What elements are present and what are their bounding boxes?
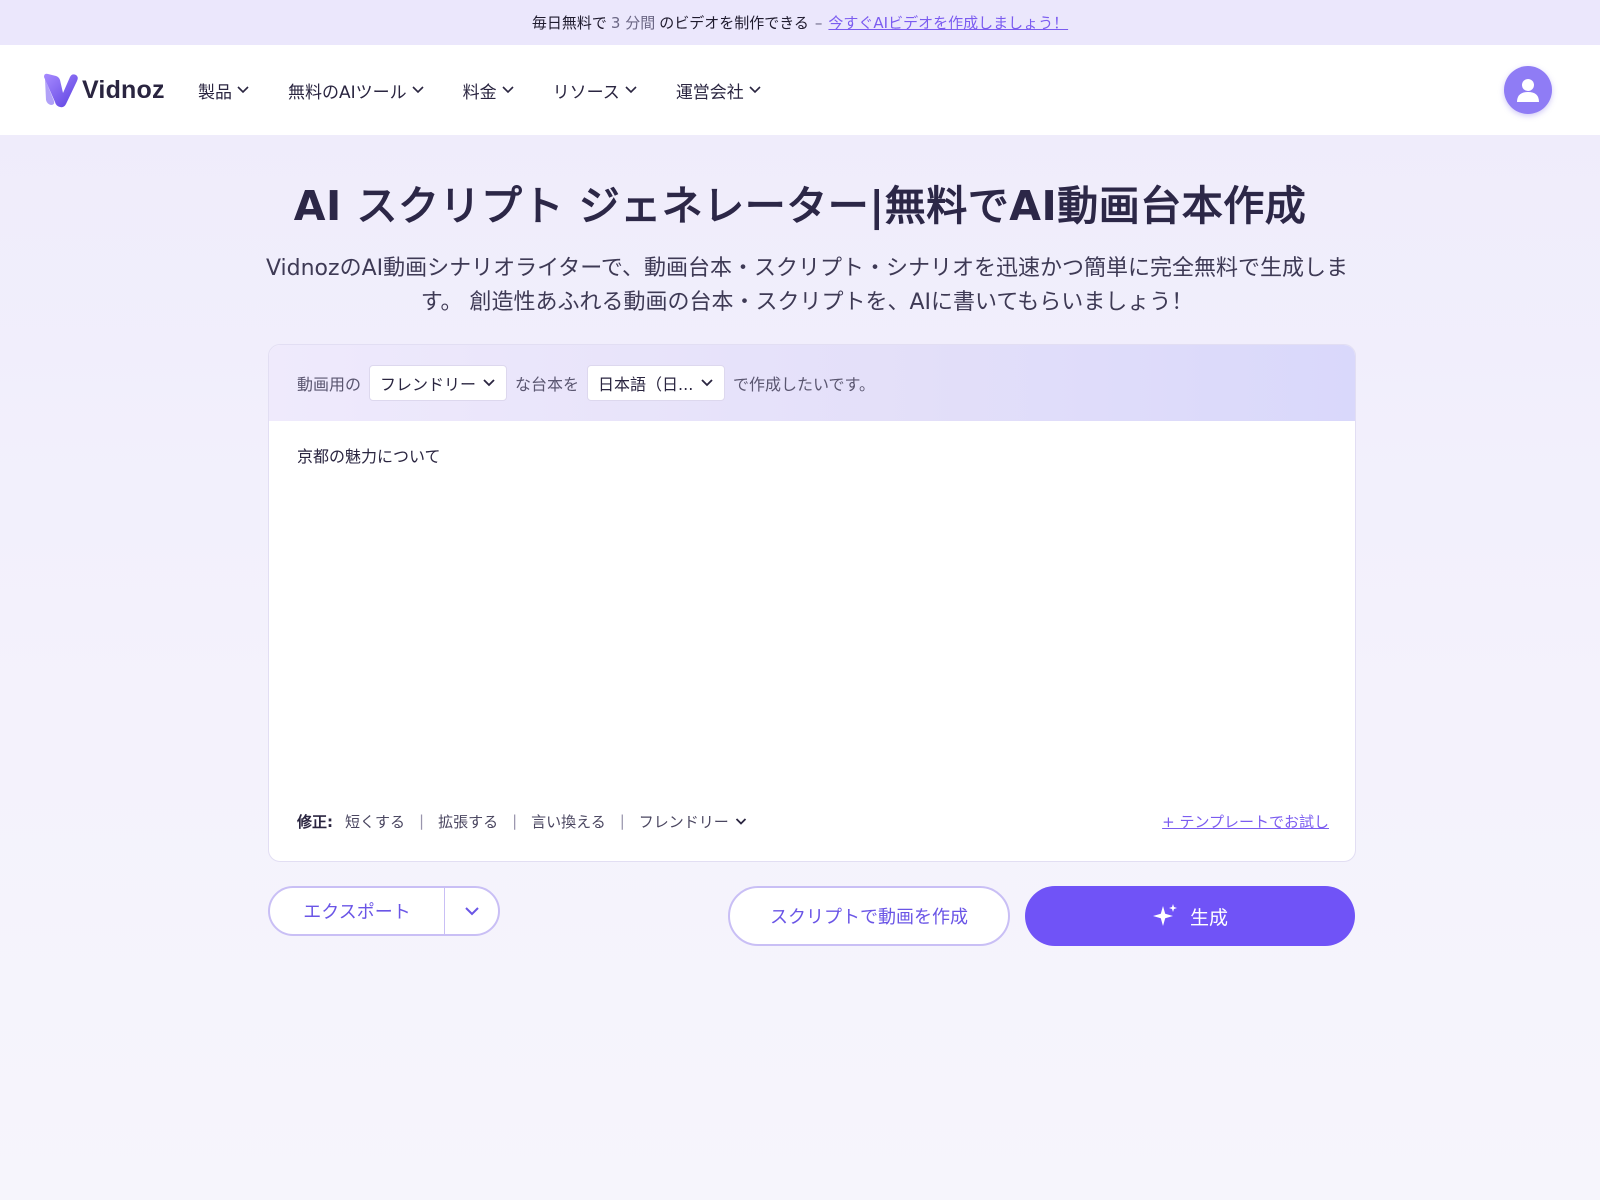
modify-tone-label: フレンドリー — [638, 812, 729, 831]
language-select[interactable]: 日本語（日... — [587, 365, 726, 401]
nav-label: 無料のAIツール — [288, 82, 407, 103]
rephrase-button[interactable]: 言い換える — [531, 811, 606, 832]
nav-label: 運営会社 — [675, 82, 744, 103]
sparkle-icon — [1152, 904, 1177, 926]
nav-pricing[interactable]: 料金 — [463, 78, 515, 103]
script-options-bar: 動画用の フレンドリー な台本を 日本語（日... で作成したいです。 — [269, 345, 1355, 421]
site-header: Vidnoz 製品 無料のAIツール 料金 リソース 運営会社 — [0, 45, 1600, 135]
chevron-down-icon — [502, 86, 514, 94]
chevron-down-icon — [483, 379, 495, 387]
banner-suffix: のビデオを制作できる — [659, 14, 809, 32]
divider: | — [619, 812, 625, 830]
promo-banner: 毎日無料で 3 分間 のビデオを制作できる – 今すぐAIビデオを作成しましょう… — [0, 0, 1600, 45]
nav-label: 料金 — [462, 82, 497, 103]
chevron-down-icon — [625, 86, 637, 94]
page-subtitle: VidnozのAI動画シナリオライターで、動画台本・スクリプト・シナリオを迅速か… — [265, 256, 1349, 315]
chevron-down-icon — [735, 817, 746, 825]
tone-select[interactable]: フレンドリー — [369, 365, 508, 401]
banner-minutes: 3 分間 — [610, 14, 656, 32]
options-prefix: 動画用の — [297, 375, 362, 394]
chevron-down-icon — [464, 907, 479, 916]
export-dropdown-toggle[interactable] — [445, 888, 498, 934]
options-suffix: で作成したいです。 — [733, 375, 875, 394]
vidnoz-logo-icon — [44, 73, 78, 108]
nav-label: 製品 — [198, 82, 232, 103]
banner-cta-link[interactable]: 今すぐAIビデオを作成しましょう！ — [828, 12, 1068, 33]
try-template-link[interactable]: + テンプレートでお試し — [1162, 811, 1329, 832]
generate-label: 生成 — [1189, 906, 1228, 929]
shorten-button[interactable]: 短くする — [345, 811, 405, 832]
tone-select-value: フレンドリー — [380, 375, 477, 394]
nav-products[interactable]: 製品 — [198, 78, 250, 103]
nav-company[interactable]: 運営会社 — [676, 78, 762, 103]
nav-free-ai-tools[interactable]: 無料のAIツール — [288, 78, 425, 103]
modify-toolbar: 修正: 短くする | 拡張する | 言い換える | フレンドリー + テンプレー… — [297, 807, 1329, 835]
chevron-down-icon — [749, 86, 761, 94]
language-select-value: 日本語（日... — [598, 375, 694, 394]
script-editor-card: 動画用の フレンドリー な台本を 日本語（日... で作成したいです。 修正: … — [268, 344, 1356, 862]
generate-button[interactable]: 生成 — [1025, 886, 1355, 946]
chevron-down-icon — [412, 86, 424, 94]
options-middle: な台本を — [515, 375, 580, 394]
modify-tone-dropdown[interactable]: フレンドリー — [639, 811, 747, 832]
banner-dash: – — [814, 13, 823, 32]
vidnoz-logo[interactable]: Vidnoz — [42, 69, 165, 111]
expand-button[interactable]: 拡張する — [438, 811, 498, 832]
export-split-button: エクスポート — [268, 886, 500, 936]
banner-prefix: 毎日無料で — [531, 14, 607, 32]
main-nav: 製品 無料のAIツール 料金 リソース 運営会社 — [198, 45, 800, 135]
script-topic-input[interactable] — [297, 443, 1327, 773]
user-avatar[interactable] — [1504, 66, 1552, 114]
chevron-down-icon — [701, 379, 713, 387]
chevron-down-icon — [237, 86, 249, 94]
page-title: AI スクリプト ジェネレーター|無料でAI動画台本作成 — [293, 182, 1307, 230]
user-icon — [1517, 79, 1539, 102]
nav-resources[interactable]: リソース — [553, 78, 638, 103]
divider: | — [419, 812, 425, 830]
modify-label: 修正: — [297, 812, 333, 831]
nav-label: リソース — [552, 82, 620, 103]
create-video-from-script-button[interactable]: スクリプトで動画を作成 — [728, 886, 1010, 946]
export-button[interactable]: エクスポート — [270, 888, 445, 934]
logo-text: Vidnoz — [82, 75, 165, 104]
divider: | — [512, 812, 518, 830]
